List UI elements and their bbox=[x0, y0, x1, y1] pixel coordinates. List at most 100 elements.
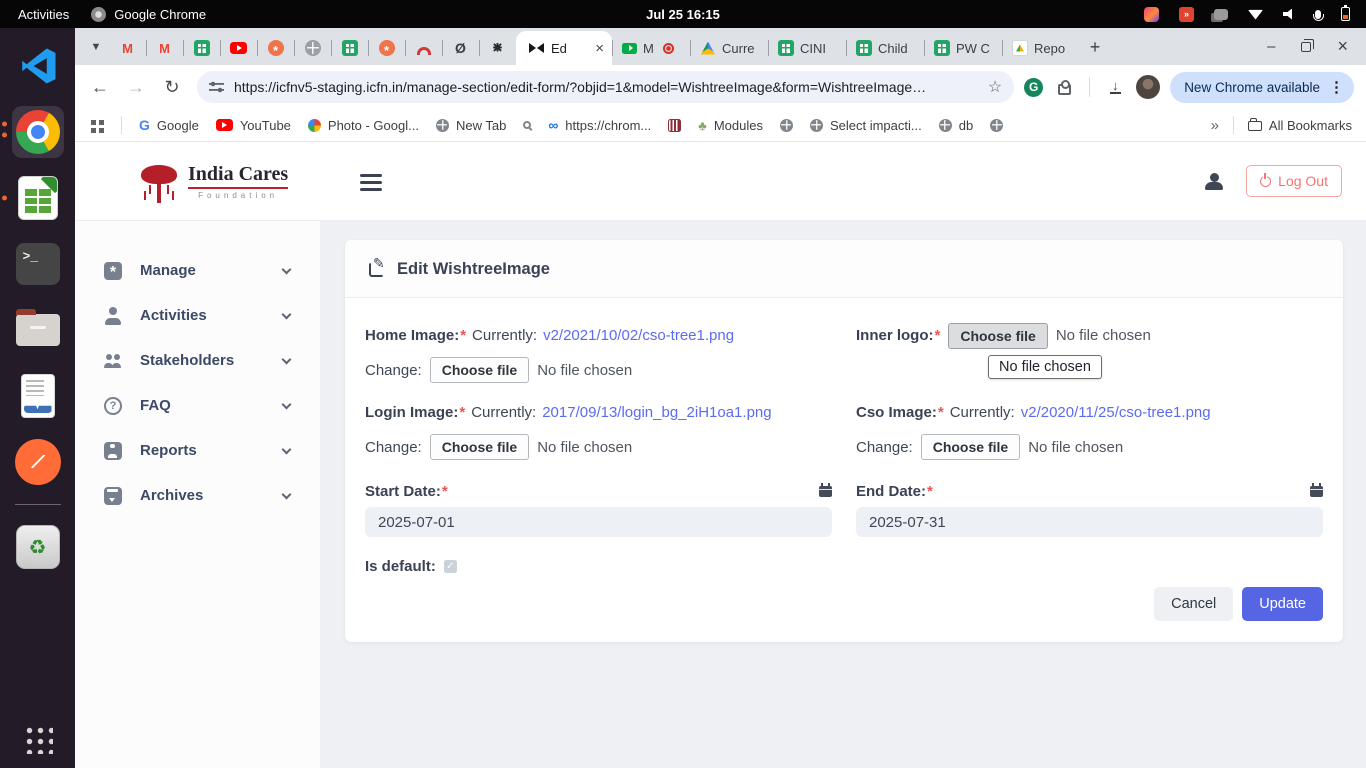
reload-icon[interactable]: ↻ bbox=[157, 72, 187, 102]
active-tab[interactable]: Ed × bbox=[516, 31, 612, 65]
focused-app-menu[interactable]: Google Chrome bbox=[91, 7, 206, 22]
sidebar-item-stakeholders[interactable]: Stakeholders bbox=[75, 338, 320, 383]
toolbox-icon[interactable] bbox=[1144, 7, 1159, 22]
bookmark-photos[interactable]: Photo - Googl... bbox=[308, 118, 419, 133]
field-end-date: End Date:* bbox=[856, 476, 1323, 537]
cso-image-choose-file-button[interactable]: Choose file bbox=[921, 434, 1020, 460]
restore-icon[interactable] bbox=[1301, 42, 1311, 52]
sidebar-item-manage[interactable]: Manage bbox=[75, 248, 320, 293]
dock-item-vscode[interactable] bbox=[12, 40, 64, 92]
tab-search-chevron-icon[interactable]: ▼ bbox=[83, 34, 109, 60]
microphone-icon[interactable] bbox=[1315, 10, 1321, 19]
dock-item-postman[interactable]: ∕ bbox=[12, 436, 64, 488]
login-image-choose-file-button[interactable]: Choose file bbox=[430, 434, 529, 460]
bookmark-db[interactable]: db bbox=[939, 118, 973, 133]
pinned-tab-chatgpt[interactable] bbox=[479, 31, 516, 65]
url-text[interactable]: https://icfnv5-staging.icfn.in/manage-se… bbox=[234, 79, 978, 95]
new-tab-button[interactable]: + bbox=[1080, 32, 1110, 62]
inner-logo-choose-file-button[interactable]: Choose file bbox=[948, 323, 1047, 349]
logout-button[interactable]: Log Out bbox=[1246, 165, 1342, 197]
is-default-checkbox[interactable]: ✓ bbox=[444, 560, 457, 573]
dock-item-chrome[interactable] bbox=[12, 106, 64, 158]
chevron-down-icon bbox=[282, 309, 292, 319]
pinned-tab-arc[interactable] bbox=[405, 31, 442, 65]
clock[interactable]: Jul 25 16:15 bbox=[646, 7, 720, 22]
chatgpt-icon bbox=[490, 40, 506, 56]
bookmark-youtube[interactable]: YouTube bbox=[216, 118, 291, 133]
profile-avatar[interactable] bbox=[1136, 75, 1160, 99]
update-button[interactable]: Update bbox=[1242, 587, 1323, 621]
bookmark-modules[interactable]: ♣Modules bbox=[698, 118, 763, 133]
battery-icon[interactable] bbox=[1341, 7, 1350, 21]
dock-item-trash[interactable] bbox=[12, 521, 64, 573]
downloads-icon[interactable] bbox=[1110, 80, 1121, 95]
end-date-input[interactable] bbox=[856, 507, 1323, 537]
sidebar-item-reports[interactable]: Reports bbox=[75, 428, 320, 473]
tab-sheet-pw[interactable]: PW C bbox=[924, 31, 1002, 65]
bookmark-new-tab[interactable]: New Tab bbox=[436, 118, 506, 133]
bookmark-search[interactable] bbox=[523, 121, 531, 129]
menu-kebab-icon[interactable]: ⋮ bbox=[1329, 78, 1344, 96]
close-tab-icon[interactable]: × bbox=[595, 40, 604, 57]
home-image-choose-file-button[interactable]: Choose file bbox=[430, 357, 529, 383]
bookmarks-overflow-icon[interactable]: » bbox=[1211, 117, 1219, 134]
wifi-icon[interactable] bbox=[1248, 9, 1263, 20]
pinned-tab-globe[interactable] bbox=[294, 31, 331, 65]
diagram-icon bbox=[1012, 40, 1028, 56]
tab-sheet-cini[interactable]: CINI bbox=[768, 31, 846, 65]
cancel-button[interactable]: Cancel bbox=[1154, 587, 1233, 621]
minimize-icon[interactable]: – bbox=[1267, 38, 1275, 55]
show-applications-button[interactable] bbox=[22, 723, 53, 754]
chrome-update-chip[interactable]: New Chrome available ⋮ bbox=[1170, 72, 1354, 103]
user-profile-icon[interactable] bbox=[1204, 173, 1224, 190]
screenshare-icon[interactable]: » bbox=[1179, 7, 1194, 22]
bookmark-chrome-link[interactable]: ∞https://chrom... bbox=[548, 117, 651, 133]
dock-item-files[interactable] bbox=[12, 304, 64, 356]
calendar-icon[interactable] bbox=[819, 486, 832, 497]
search-icon bbox=[523, 121, 531, 129]
bookmark-select-impact[interactable]: Select impacti... bbox=[810, 118, 922, 133]
bookmark-piano[interactable] bbox=[668, 119, 681, 132]
home-image-file-link[interactable]: v2/2021/10/02/cso-tree1.png bbox=[543, 327, 734, 344]
close-window-icon[interactable]: × bbox=[1337, 36, 1348, 57]
sidebar-item-activities[interactable]: Activities bbox=[75, 293, 320, 338]
forward-icon[interactable]: → bbox=[121, 72, 151, 102]
bookmark-star-icon[interactable]: ☆ bbox=[988, 77, 1002, 97]
pinned-tab-gmail[interactable] bbox=[109, 31, 146, 65]
all-bookmarks-button[interactable]: All Bookmarks bbox=[1248, 118, 1352, 133]
extensions-icon[interactable] bbox=[1058, 84, 1071, 95]
bookmark-globe[interactable] bbox=[780, 119, 793, 132]
bookmark-google[interactable]: GGoogle bbox=[139, 117, 199, 133]
site-settings-icon[interactable] bbox=[209, 80, 224, 94]
dock-item-document-viewer[interactable] bbox=[12, 370, 64, 422]
tab-sheet-child[interactable]: Child bbox=[846, 31, 924, 65]
bookmark-globe[interactable] bbox=[990, 119, 1003, 132]
address-bar[interactable]: https://icfnv5-staging.icfn.in/manage-se… bbox=[197, 71, 1014, 103]
volume-icon[interactable] bbox=[1283, 9, 1295, 20]
site-logo[interactable]: India Cares Foundation bbox=[139, 163, 288, 200]
chat-icon[interactable] bbox=[1214, 9, 1228, 20]
calendar-icon[interactable] bbox=[1310, 486, 1323, 497]
pinned-tab-claude[interactable] bbox=[257, 31, 294, 65]
login-image-file-link[interactable]: 2017/09/13/login_bg_2iH1oa1.png bbox=[542, 404, 771, 421]
pinned-tab-sheets[interactable] bbox=[183, 31, 220, 65]
pinned-tab-sheets[interactable] bbox=[331, 31, 368, 65]
tab-drive[interactable]: Curre bbox=[690, 31, 768, 65]
start-date-input[interactable] bbox=[365, 507, 832, 537]
dock-item-libreoffice-calc[interactable] bbox=[12, 172, 64, 224]
pinned-tab-youtube[interactable] bbox=[220, 31, 257, 65]
grammarly-extension-icon[interactable]: G bbox=[1024, 78, 1043, 97]
pinned-tab-null[interactable] bbox=[442, 31, 479, 65]
postman-icon: ∕ bbox=[10, 435, 65, 490]
sidebar-item-archives[interactable]: Archives bbox=[75, 473, 320, 518]
tab-repo[interactable]: Repo bbox=[1002, 31, 1080, 65]
back-icon[interactable]: ← bbox=[85, 72, 115, 102]
sidebar-toggle-burger-icon[interactable] bbox=[360, 174, 382, 177]
pinned-tab-claude[interactable] bbox=[368, 31, 405, 65]
tab-meet[interactable]: M bbox=[612, 31, 690, 65]
pinned-tab-gmail[interactable] bbox=[146, 31, 183, 65]
cso-image-file-link[interactable]: v2/2020/11/25/cso-tree1.png bbox=[1021, 404, 1211, 421]
activities-button[interactable]: Activities bbox=[14, 5, 73, 24]
sidebar-item-faq[interactable]: ? FAQ bbox=[75, 383, 320, 428]
dock-item-terminal[interactable]: >_ bbox=[12, 238, 64, 290]
